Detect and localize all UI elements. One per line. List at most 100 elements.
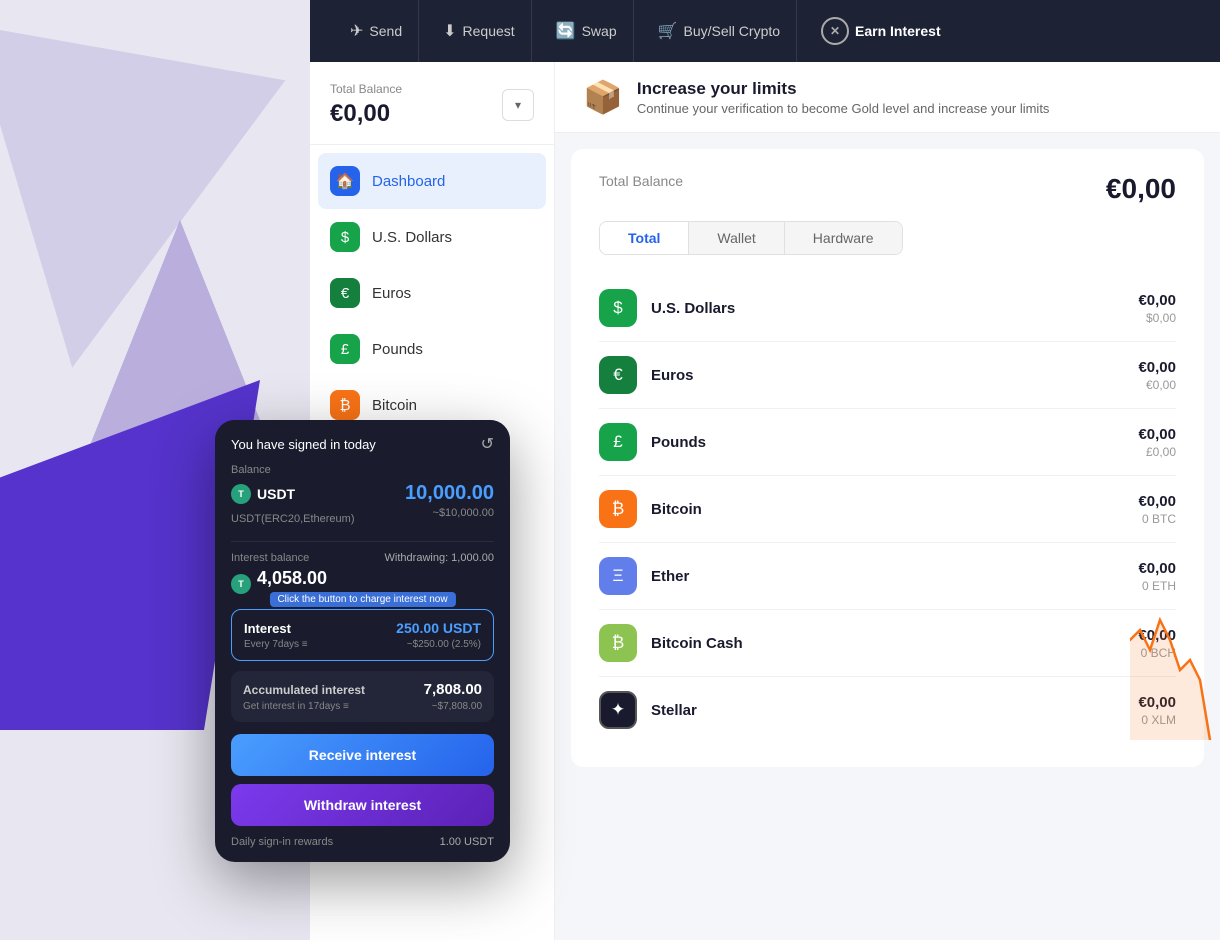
sidebar-item-dashboard[interactable]: 🏠 Dashboard	[318, 153, 546, 209]
nav-buysell-label: Buy/Sell Crypto	[684, 23, 780, 39]
acc-sub-row: Get interest in 17days ≡ ~$7,808.00	[243, 701, 482, 712]
portfolio-header: Total Balance €0,00	[599, 173, 1176, 205]
tabs-row: Total Wallet Hardware	[599, 221, 903, 255]
stellar-sub: 0 XLM	[1138, 713, 1176, 727]
currency-row-pounds[interactable]: £ Pounds €0,00 £0,00	[599, 409, 1176, 476]
nav-swap[interactable]: 🔄 Swap	[540, 0, 634, 62]
mobile-card-header: You have signed in today ↺	[215, 420, 510, 464]
sidebar-item-euros[interactable]: € Euros	[310, 265, 554, 321]
cart-icon: 🛒	[658, 21, 678, 41]
currency-row-stellar[interactable]: ✦ Stellar €0,00 0 XLM	[599, 677, 1176, 743]
ether-currency-name: Ether	[651, 568, 1138, 585]
mobile-card: You have signed in today ↺ Balance T USD…	[215, 420, 510, 862]
pounds-icon: £	[330, 334, 360, 364]
withdrawing-badge: Withdrawing: 1,000.00	[385, 552, 494, 564]
nav-request-label: Request	[463, 23, 515, 39]
portfolio-label: Total Balance	[599, 173, 683, 189]
request-icon: ⬇	[443, 21, 456, 41]
usdt-dot-icon: T	[231, 484, 251, 504]
pounds-sub: £0,00	[1138, 445, 1176, 459]
euros-currency-icon: €	[599, 356, 637, 394]
receive-interest-button[interactable]: Receive interest	[231, 734, 494, 776]
ether-eur: €0,00	[1138, 560, 1176, 577]
charge-label: Interest	[244, 621, 291, 636]
sidebar-usdollars-label: U.S. Dollars	[372, 229, 452, 246]
currency-row-bitcoincash[interactable]: ₿ Bitcoin Cash €0,00 0 BCH	[599, 610, 1176, 677]
nav-swap-label: Swap	[582, 23, 617, 39]
nav-send-label: Send	[369, 23, 402, 39]
usdollars-eur: €0,00	[1138, 292, 1176, 309]
euros-eur: €0,00	[1138, 359, 1176, 376]
refresh-icon[interactable]: ↺	[481, 434, 494, 454]
tab-total[interactable]: Total	[600, 222, 689, 254]
mobile-card-body: Balance T USDT 10,000.00 USDT(ERC20,Ethe…	[215, 464, 510, 826]
usdollars-icon: $	[330, 222, 360, 252]
bitcoin-currency-name: Bitcoin	[651, 501, 1138, 518]
mobile-balance-label: Balance	[231, 464, 494, 476]
pounds-currency-name: Pounds	[651, 434, 1138, 451]
bitcoin-eur: €0,00	[1138, 493, 1176, 510]
bitcoin-icon: ₿	[330, 390, 360, 420]
accumulated-days: Get interest in 17days ≡	[243, 701, 349, 712]
charge-freq: Every 7days ≡	[244, 639, 308, 650]
gold-box-icon: 📦	[583, 78, 623, 116]
send-icon: ✈	[350, 21, 363, 41]
nav-request[interactable]: ⬇ Request	[427, 0, 532, 62]
limits-banner[interactable]: 📦 Increase your limits Continue your ver…	[555, 62, 1220, 133]
sidebar-item-usdollars[interactable]: $ U.S. Dollars	[310, 209, 554, 265]
nav-earn-interest[interactable]: ✕ Earn Interest	[805, 0, 957, 62]
balance-dropdown-btn[interactable]: ▾	[502, 89, 534, 121]
bitcoincash-currency-name: Bitcoin Cash	[651, 635, 1138, 652]
divider-1	[231, 541, 494, 542]
sidebar-item-pounds[interactable]: £ Pounds	[310, 321, 554, 377]
tab-wallet[interactable]: Wallet	[689, 222, 784, 254]
interest-balance-row: Interest balance Withdrawing: 1,000.00	[231, 552, 494, 564]
ether-amounts: €0,00 0 ETH	[1138, 560, 1176, 593]
usdt-row: T USDT 10,000.00	[231, 482, 494, 505]
sidebar-balance-amount: €0,00	[330, 100, 390, 127]
earn-circle-icon: ✕	[821, 17, 849, 45]
top-nav: ✈ Send ⬇ Request 🔄 Swap 🛒 Buy/Sell Crypt…	[310, 0, 1220, 62]
pounds-eur: €0,00	[1138, 426, 1176, 443]
interest-token-icon: T	[231, 574, 251, 594]
accumulated-box: Accumulated interest 7,808.00 Get intere…	[231, 671, 494, 722]
usdt-label: USDT	[257, 486, 295, 502]
currency-row-ether[interactable]: Ξ Ether €0,00 0 ETH	[599, 543, 1176, 610]
nav-buysell[interactable]: 🛒 Buy/Sell Crypto	[642, 0, 797, 62]
sidebar-balance-label: Total Balance	[330, 82, 402, 96]
usdollars-currency-icon: $	[599, 289, 637, 327]
usdollars-currency-name: U.S. Dollars	[651, 300, 1138, 317]
currency-row-usdollars[interactable]: $ U.S. Dollars €0,00 $0,00	[599, 275, 1176, 342]
bitcoin-sub: 0 BTC	[1138, 512, 1176, 526]
bitcoin-amounts: €0,00 0 BTC	[1138, 493, 1176, 526]
usdt-network: USDT(ERC20,Ethereum)	[231, 513, 354, 525]
tab-hardware[interactable]: Hardware	[785, 222, 902, 254]
signed-in-text: You have signed in today	[231, 437, 376, 452]
euros-icon: €	[330, 278, 360, 308]
sidebar-bitcoin-label: Bitcoin	[372, 397, 417, 414]
currency-row-euros[interactable]: € Euros €0,00 €0,00	[599, 342, 1176, 409]
limits-subtitle: Continue your verification to become Gol…	[637, 101, 1050, 116]
usdollars-sub: $0,00	[1138, 311, 1176, 325]
sidebar-nav: 🏠 Dashboard $ U.S. Dollars € Euros £ Pou…	[310, 145, 554, 441]
daily-signin-amount: 1.00 USDT	[440, 836, 494, 848]
bitcoin-currency-icon: ₿	[599, 490, 637, 528]
dashboard-icon: 🏠	[330, 166, 360, 196]
currency-row-bitcoin[interactable]: ₿ Bitcoin €0,00 0 BTC	[599, 476, 1176, 543]
accumulated-label: Accumulated interest	[243, 683, 365, 697]
nav-send[interactable]: ✈ Send	[334, 0, 419, 62]
stellar-amounts: €0,00 0 XLM	[1138, 694, 1176, 727]
sidebar-dashboard-label: Dashboard	[372, 173, 445, 190]
charge-approx: ~$250.00 (2.5%)	[407, 639, 481, 650]
stellar-currency-name: Stellar	[651, 702, 1138, 719]
stellar-eur: €0,00	[1138, 694, 1176, 711]
limits-title: Increase your limits	[637, 79, 1050, 99]
euros-sub: €0,00	[1138, 378, 1176, 392]
withdraw-interest-button[interactable]: Withdraw interest	[231, 784, 494, 826]
euros-currency-name: Euros	[651, 367, 1138, 384]
euros-amounts: €0,00 €0,00	[1138, 359, 1176, 392]
interest-balance-label: Interest balance	[231, 552, 309, 564]
ether-sub: 0 ETH	[1138, 579, 1176, 593]
interest-balance-amount: 4,058.00	[257, 568, 327, 589]
bitcoincash-currency-icon: ₿	[599, 624, 637, 662]
